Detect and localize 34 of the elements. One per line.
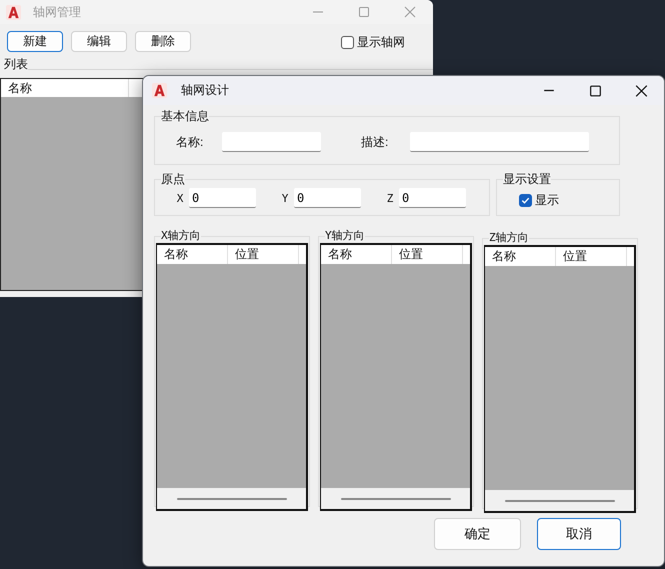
group-title: 列表 [4,57,28,71]
scrollbar-thumb[interactable] [504,500,614,502]
field-label: X [176,192,184,204]
field-label: 名称: [176,134,204,150]
group-title: Z轴方向 [489,231,529,245]
input-field[interactable]: 0 [399,188,466,208]
app-logo-icon [152,83,167,98]
scrollbar-thumb[interactable] [340,498,450,500]
input-field[interactable]: 0 [294,188,361,208]
field-label: 描述: [361,134,390,150]
checkbox-label: 显示 [535,192,559,209]
field-label: Z [386,192,394,204]
scrollbar-thumb[interactable] [176,498,286,500]
dialog-button[interactable]: 确定 [434,518,521,550]
group-title: Y轴方向 [325,229,365,243]
input-field[interactable]: 0 [189,188,256,208]
toolbar-button[interactable]: 编辑 [71,31,127,52]
checkbox[interactable] [341,36,354,49]
app-logo-icon [6,4,21,20]
window-title: 轴网管理 [33,4,81,20]
checkbox[interactable] [519,194,532,207]
group-title: 原点 [161,172,185,186]
toolbar-button[interactable]: 新建 [7,31,63,52]
checkbox-label: 显示轴网 [357,34,405,51]
toolbar-button[interactable]: 删除 [135,31,191,52]
group-title: 显示设置 [503,172,551,186]
input-field[interactable] [222,132,321,152]
group-title: X轴方向 [161,229,201,243]
column-header[interactable]: 名称 [1,79,129,97]
group-title: 基本信息 [161,109,209,123]
input-field[interactable] [410,132,589,152]
dialog-button[interactable]: 取消 [537,518,621,550]
field-label: Y [280,192,290,204]
window-title: 轴网设计 [181,82,229,99]
